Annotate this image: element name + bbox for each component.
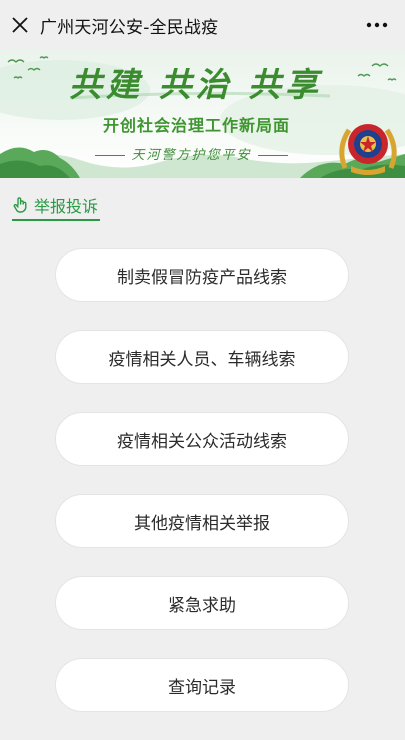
public-activities-report-button[interactable]: 疫情相关公众活动线索: [55, 412, 349, 466]
more-dots-icon: [366, 22, 388, 28]
emergency-help-button[interactable]: 紧急求助: [55, 576, 349, 630]
report-menu: 制卖假冒防疫产品线索 疫情相关人员、车辆线索 疫情相关公众活动线索 其他疫情相关…: [55, 248, 349, 740]
hand-pointer-icon: [13, 197, 27, 213]
title-bar: 广州天河公安-全民战疫: [0, 0, 405, 50]
close-button[interactable]: [0, 0, 40, 50]
tab-report-complaint[interactable]: 举报投诉: [12, 191, 101, 221]
persons-vehicles-report-button[interactable]: 疫情相关人员、车辆线索: [55, 330, 349, 384]
other-epidemic-report-button[interactable]: 其他疫情相关举报: [55, 494, 349, 548]
counterfeit-supplies-report-button[interactable]: 制卖假冒防疫产品线索: [55, 248, 349, 302]
banner: 共建 共治 共享 开创社会治理工作新局面 天河警方护您平安: [0, 50, 405, 178]
motto-left-line: [95, 155, 126, 156]
police-emblem-icon: [339, 124, 397, 175]
close-icon: [12, 17, 28, 33]
banner-slogan: 共建 共治 共享: [69, 65, 322, 104]
page-title: 广州天河公安-全民战疫: [40, 17, 219, 38]
motto-right-line: [257, 155, 288, 156]
banner-motto-text: 天河警方护您平安: [131, 148, 252, 163]
tab-report-complaint-label: 举报投诉: [34, 197, 99, 216]
more-button[interactable]: [363, 13, 391, 37]
query-records-button[interactable]: 查询记录: [55, 658, 349, 712]
